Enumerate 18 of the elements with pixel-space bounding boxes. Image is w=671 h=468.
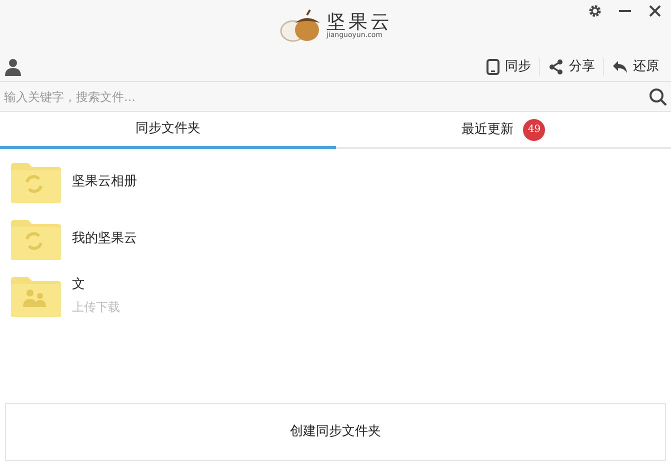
close-icon — [648, 4, 662, 18]
folder-status: 上传下载 — [72, 299, 120, 316]
logo-icon — [278, 9, 322, 43]
restore-button[interactable]: 还原 — [604, 54, 667, 80]
search-icon[interactable] — [649, 88, 667, 106]
user-icon[interactable] — [4, 58, 22, 76]
count-badge: 49 — [523, 118, 546, 140]
folder-name[interactable]: 文 — [72, 274, 120, 294]
sync-button[interactable]: 同步 — [478, 54, 539, 80]
logo-text: 坚果云 — [326, 13, 392, 32]
create-sync-folder-button[interactable]: 创建同步文件夹 — [5, 403, 666, 461]
share-button[interactable]: 分享 — [540, 54, 603, 80]
tablet-icon — [486, 58, 500, 74]
share-icon — [548, 58, 564, 74]
folder-name[interactable]: 坚果云相册 — [72, 172, 137, 192]
gear-icon — [588, 4, 602, 18]
undo-arrow-icon — [612, 60, 628, 74]
folder-name[interactable]: 我的坚果云 — [72, 228, 137, 248]
